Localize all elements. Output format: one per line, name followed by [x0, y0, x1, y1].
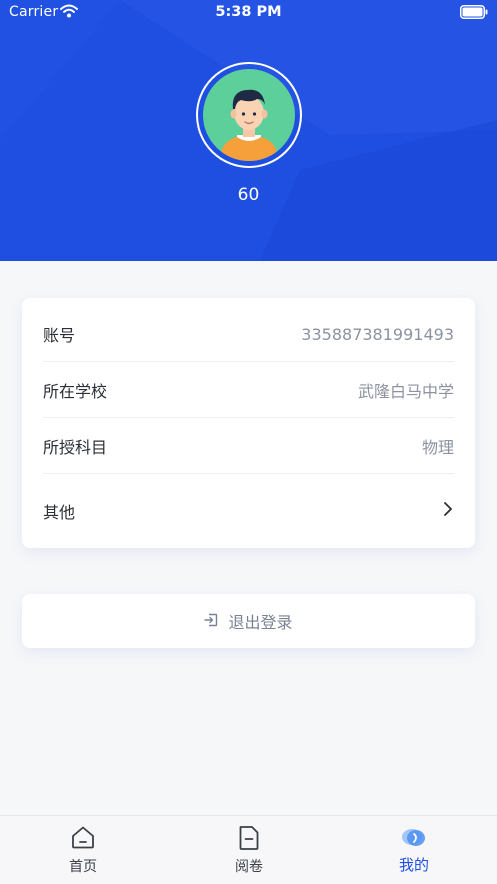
tab-profile[interactable]: 我的: [331, 816, 497, 884]
other-row[interactable]: 其他: [43, 483, 454, 539]
avatar-face-icon: [203, 69, 295, 161]
subject-value: 物理: [421, 438, 454, 457]
logout-icon: [204, 612, 228, 631]
subject-row: 所授科目 物理: [43, 418, 454, 474]
username: 60: [237, 185, 260, 205]
tab-home[interactable]: 首页: [0, 816, 166, 884]
profile-icon: [331, 825, 497, 853]
other-label: 其他: [43, 503, 76, 522]
school-label: 所在学校: [43, 382, 108, 401]
tab-grading[interactable]: 阅卷: [166, 816, 332, 884]
logout-button[interactable]: 退出登录: [22, 594, 475, 648]
profile-info-card: 账号 335887381991493 所在学校 武隆白马中学 所授科目 物理 其…: [22, 298, 475, 548]
status-time: 5:38 PM: [215, 4, 282, 20]
account-value: 335887381991493: [301, 324, 454, 344]
avatar[interactable]: [196, 62, 302, 168]
divider: [43, 473, 454, 474]
tab-home-label: 首页: [69, 859, 97, 875]
document-icon: [166, 825, 332, 855]
battery-icon: [460, 5, 488, 23]
tab-profile-label: 我的: [398, 856, 429, 874]
subject-label: 所授科目: [43, 438, 108, 457]
status-bar: Carrier 5:38 PM: [0, 0, 497, 26]
school-value: 武隆白马中学: [357, 382, 454, 401]
home-icon: [0, 825, 166, 853]
tab-grading-label: 阅卷: [235, 859, 263, 875]
chevron-right-icon: [442, 501, 454, 521]
logout-label: 退出登录: [228, 613, 293, 632]
account-row: 账号 335887381991493: [43, 306, 454, 362]
school-row: 所在学校 武隆白马中学: [43, 362, 454, 418]
profile-header: Carrier 5:38 PM 60: [0, 0, 497, 261]
tab-bar: 首页 阅卷 我的: [0, 815, 497, 884]
account-label: 账号: [43, 326, 76, 345]
